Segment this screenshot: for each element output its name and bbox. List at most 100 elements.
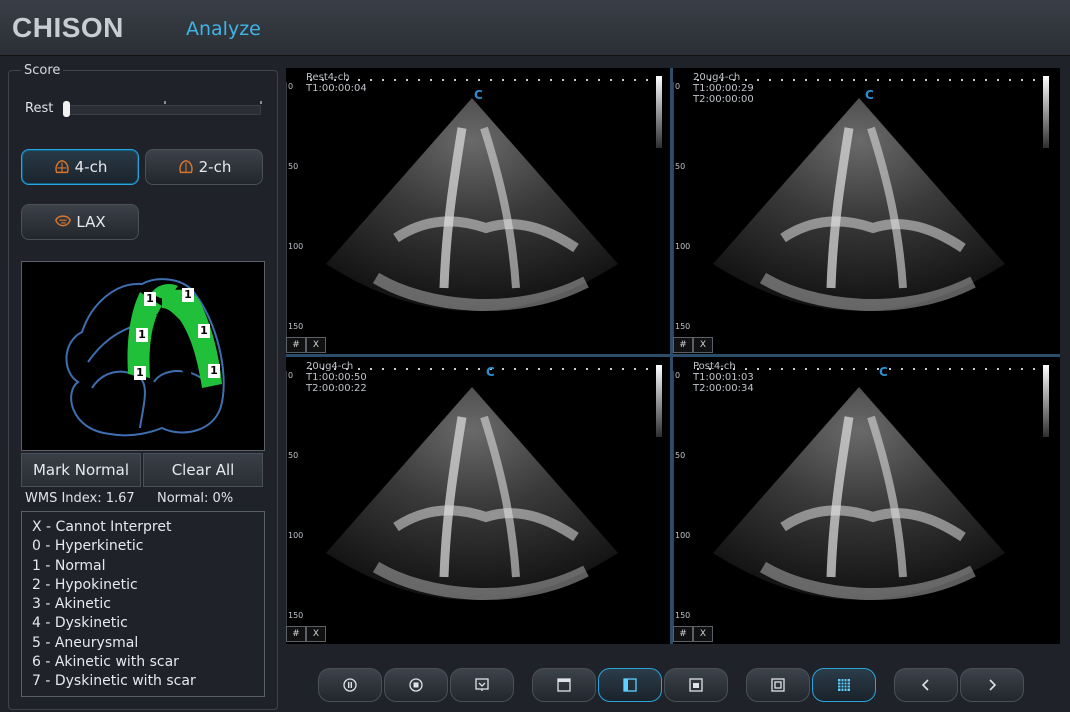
view-4ch-button[interactable]: 4-ch — [21, 149, 139, 185]
pane-hash-button[interactable]: # — [286, 337, 306, 353]
pane-close-button[interactable]: X — [306, 337, 326, 353]
heart-chamber-line — [91, 370, 146, 429]
legend-item: 5 - Aneurysmal — [32, 634, 139, 651]
stage-slider-thumb[interactable] — [63, 101, 70, 117]
ultrasound-pane-stage-3[interactable]: 20ug4-ch T1:00:00:50 T2:00:00:22 C 0 50 100 150… — [286, 357, 670, 642]
depth-scale-rule — [286, 371, 287, 631]
depth-tick-label: 50 — [675, 451, 686, 460]
score-panel: Score Rest 4-ch 2-ch LAX 1 1 1 1 1 1 Mar… — [8, 63, 278, 710]
pane-close-button[interactable]: X — [693, 626, 713, 642]
depth-tick-label: 50 — [675, 162, 686, 171]
depth-scale: 0 50 100 150 — [286, 371, 304, 631]
quad-grid-button[interactable] — [812, 668, 876, 702]
pane-info-label: 20ug4-ch T1:00:00:29 T2:00:00:00 — [693, 72, 754, 105]
segment-score[interactable]: 1 — [144, 292, 156, 306]
pane-hash-button[interactable]: # — [673, 337, 693, 353]
view-lax-label: LAX — [76, 213, 106, 231]
pane-close-button[interactable]: X — [693, 337, 713, 353]
view-lax-button[interactable]: LAX — [21, 204, 139, 240]
pane-close-button[interactable]: X — [306, 626, 326, 642]
ultrasound-pane-rest[interactable]: Rest4-ch T1:00:00:04 C 0 50 100 150 # X — [286, 68, 670, 353]
depth-scale-rule — [673, 82, 674, 342]
ultrasound-pane-post[interactable]: Post4-ch T1:00:01:03 T2:00:00:34 C 0 50 100 150… — [673, 357, 1057, 642]
depth-scale: 0 50 100 150 — [286, 82, 304, 342]
grayscale-bar — [1043, 76, 1049, 148]
pane-info-line: Rest4-ch — [306, 72, 350, 83]
mark-normal-button[interactable]: Mark Normal — [21, 453, 141, 487]
depth-tick-label: 150 — [675, 322, 691, 331]
next-button[interactable] — [960, 668, 1024, 702]
grayscale-bar — [656, 76, 662, 148]
single-frame-button[interactable] — [746, 668, 810, 702]
pane-info-line: T1:00:01:03 — [693, 372, 754, 383]
normal-percent-readout: Normal: 0% — [157, 491, 234, 506]
layout-side-button[interactable] — [598, 668, 662, 702]
pane-info-line: Post4-ch — [693, 361, 736, 372]
heart-view-icon — [178, 159, 193, 174]
quad-grid-icon — [838, 679, 850, 691]
pause-button[interactable] — [318, 668, 382, 702]
stop-icon — [409, 678, 423, 692]
depth-scale: 0 50 100 150 — [673, 82, 691, 342]
pane-hash-button[interactable]: # — [673, 626, 693, 642]
pane-divider — [286, 354, 1060, 357]
echo-sector-image — [326, 387, 618, 601]
pane-corner-controls: # X — [673, 337, 713, 353]
pane-info-line: T2:00:00:34 — [693, 383, 754, 394]
pane-corner-controls: # X — [286, 626, 326, 642]
clear-all-button[interactable]: Clear All — [143, 453, 263, 487]
pane-corner-controls: # X — [286, 337, 326, 353]
echo-sector-image — [713, 98, 1005, 312]
depth-tick-label: 150 — [675, 611, 691, 620]
legend-item: 1 - Normal — [32, 557, 106, 574]
stage-slider-track[interactable] — [65, 105, 261, 115]
slider-tick — [260, 101, 262, 104]
pane-info-line: T2:00:00:22 — [306, 383, 367, 394]
score-group: Score Rest 4-ch 2-ch LAX 1 1 1 1 1 1 Mar… — [8, 63, 278, 710]
heart-view-icon — [54, 159, 69, 174]
pane-corner-controls: # X — [673, 626, 713, 642]
pause-icon — [343, 678, 357, 692]
heart-segments-svg — [65, 278, 225, 437]
slider-tick — [164, 101, 166, 104]
review-icon — [475, 678, 489, 691]
heart-lax-icon — [55, 215, 72, 227]
single-image-button[interactable] — [664, 668, 728, 702]
segment-score[interactable]: 1 — [198, 324, 210, 338]
stop-button[interactable] — [384, 668, 448, 702]
depth-tick-label: 100 — [288, 531, 304, 540]
depth-tick-label: 0 — [675, 82, 681, 91]
wms-index-readout: WMS Index: 1.67 — [25, 491, 135, 506]
score-legend: Score — [21, 63, 64, 78]
pane-info-line: T2:00:00:00 — [693, 94, 754, 105]
view-2ch-button[interactable]: 2-ch — [145, 149, 263, 185]
segment-score[interactable]: 1 — [134, 366, 146, 380]
previous-button[interactable] — [894, 668, 958, 702]
pane-hash-button[interactable]: # — [286, 626, 306, 642]
grayscale-bar — [1043, 365, 1049, 437]
heart-chamber-line — [87, 325, 135, 363]
segment-score[interactable]: 1 — [182, 288, 194, 302]
depth-tick-label: 50 — [288, 451, 299, 460]
depth-tick-label: 0 — [288, 82, 294, 91]
layout-header-button[interactable] — [532, 668, 596, 702]
page-title: Analyze — [186, 18, 261, 40]
depth-tick-label: 0 — [288, 371, 294, 380]
pane-info-line: 20ug4-ch — [306, 361, 354, 372]
orientation-marker: C — [474, 88, 483, 102]
depth-tick-label: 0 — [675, 371, 681, 380]
pane-info-label: Rest4-ch T1:00:00:04 — [306, 72, 367, 94]
wall-segment-diagram: 1 1 1 1 1 1 — [21, 261, 265, 451]
segment-score[interactable]: 1 — [136, 328, 148, 342]
legend-item: 6 - Akinetic with scar — [32, 654, 179, 671]
review-button[interactable] — [450, 668, 514, 702]
segment-score[interactable]: 1 — [208, 364, 220, 378]
legend-item: 2 - Hypokinetic — [32, 576, 138, 593]
previous-icon — [921, 679, 929, 691]
ultrasound-pane-stage-2[interactable]: 20ug4-ch T1:00:00:29 T2:00:00:00 C 0 50 100 150… — [673, 68, 1057, 353]
pane-info-label: Post4-ch T1:00:01:03 T2:00:00:34 — [693, 361, 754, 394]
legend-item: X - Cannot Interpret — [32, 519, 172, 535]
echo-sector-image — [713, 387, 1005, 601]
view-4ch-label: 4-ch — [74, 158, 108, 176]
depth-tick-label: 150 — [288, 611, 304, 620]
